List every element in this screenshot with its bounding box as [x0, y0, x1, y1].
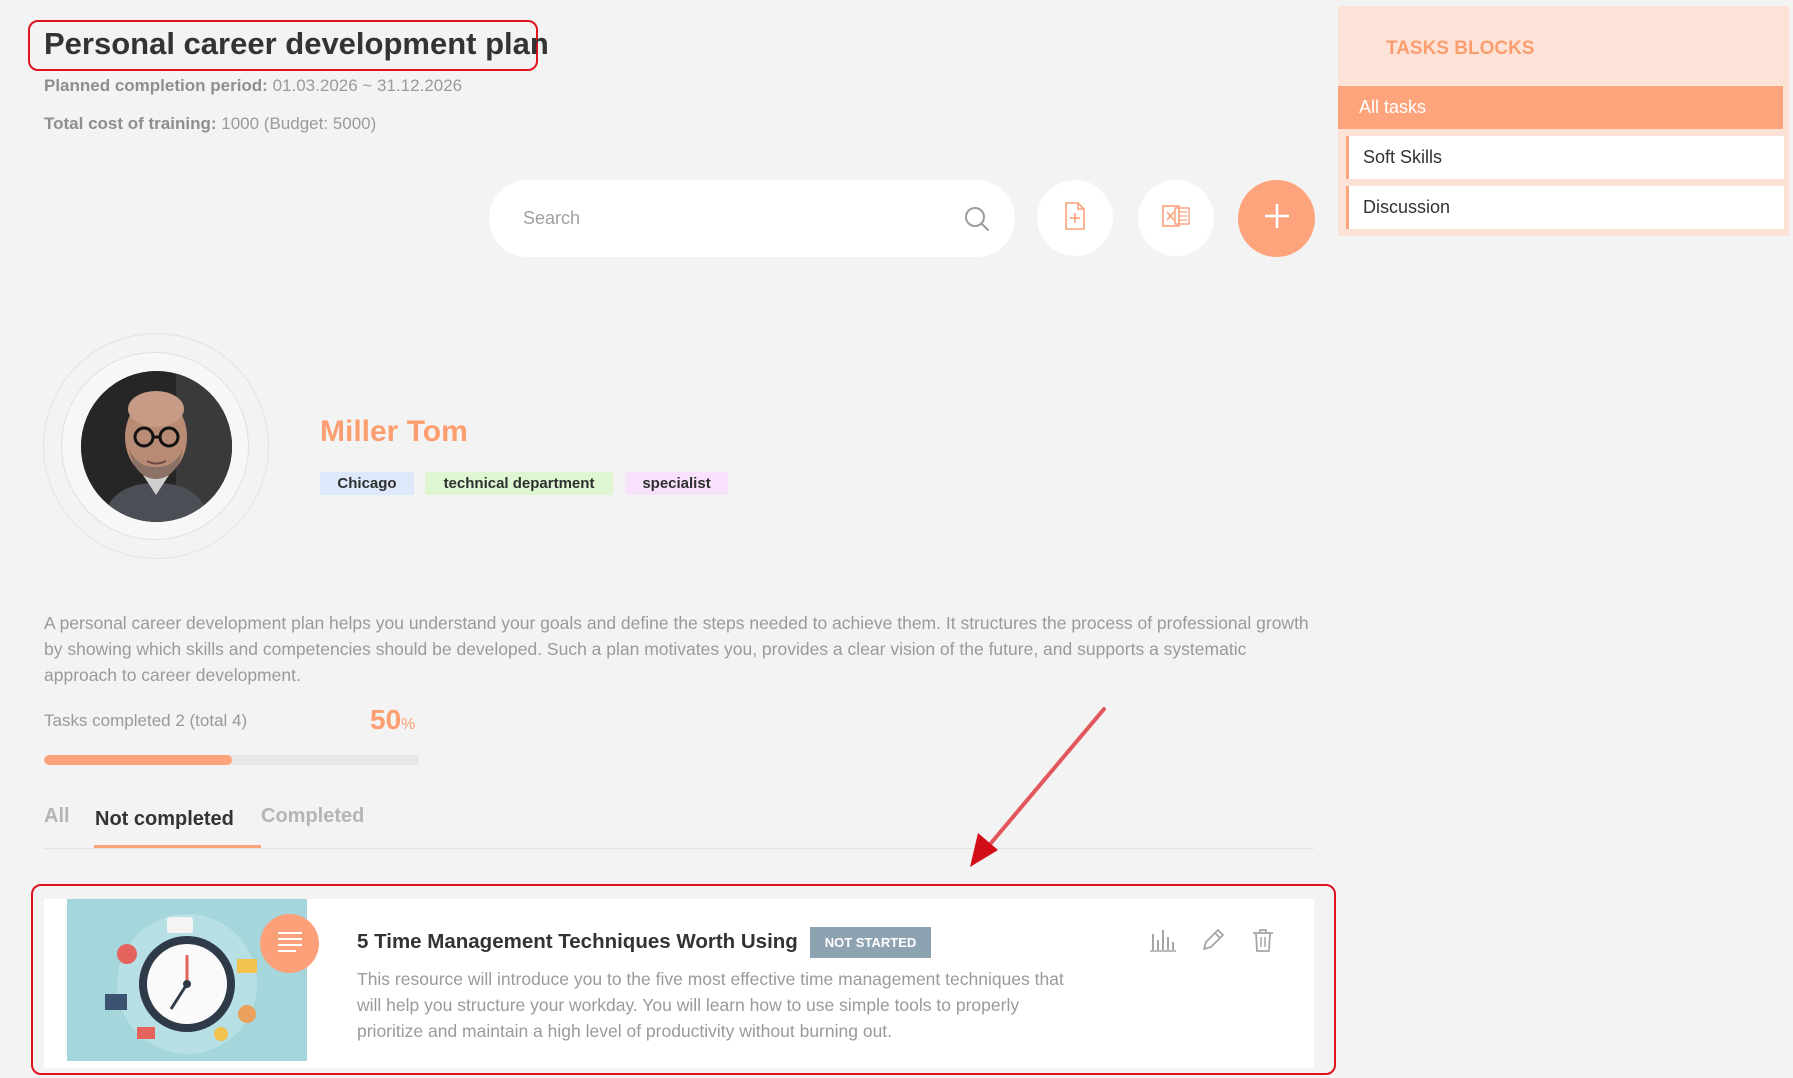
planned-period-value: 01.03.2026 ~ 31.12.2026 — [272, 76, 463, 95]
excel-icon — [1161, 203, 1191, 234]
progress-unit: % — [401, 716, 416, 733]
search-input[interactable] — [523, 202, 923, 234]
planned-period-label: Planned completion period: — [44, 76, 268, 95]
plus-icon — [1262, 201, 1292, 236]
delete-button[interactable] — [1248, 927, 1278, 957]
planned-period: Planned completion period: 01.03.2026 ~ … — [44, 76, 462, 96]
task-description: This resource will introduce you to the … — [357, 969, 1064, 1041]
edit-button[interactable] — [1198, 927, 1228, 957]
sidebar-item-discussion[interactable]: Discussion — [1346, 186, 1784, 229]
tasks-blocks-title: TASKS BLOCKS — [1386, 38, 1535, 59]
tabs-divider — [44, 848, 1314, 849]
training-cost-value: 1000 (Budget: 5000) — [221, 114, 377, 133]
progress-percentage: 50% — [370, 704, 415, 736]
add-task-button[interactable] — [1238, 180, 1315, 257]
training-cost-label: Total cost of training: — [44, 114, 217, 133]
training-cost: Total cost of training: 1000 (Budget: 50… — [44, 114, 376, 134]
task-title[interactable]: 5 Time Management Techniques Worth Using — [357, 930, 798, 954]
menu-icon — [276, 929, 304, 958]
employee-name: Miller Tom — [320, 415, 468, 448]
tab-completed[interactable]: Completed — [261, 805, 364, 828]
task-menu-button[interactable] — [260, 914, 319, 973]
export-excel-button[interactable] — [1138, 180, 1214, 256]
status-badge: NOT STARTED — [810, 927, 931, 958]
tag-city: Chicago — [320, 472, 414, 495]
avatar — [81, 371, 232, 522]
add-file-icon — [1062, 201, 1088, 236]
trash-icon — [1251, 927, 1275, 958]
sidebar-item-all-tasks[interactable]: All tasks — [1338, 86, 1783, 129]
task-card[interactable]: 5 Time Management Techniques Worth Using… — [44, 899, 1314, 1068]
annotation-arrow — [970, 707, 1106, 867]
page-title: Personal career development plan — [44, 26, 549, 61]
stats-button[interactable] — [1148, 927, 1178, 957]
tag-department: technical department — [425, 472, 613, 495]
search-icon[interactable] — [962, 204, 992, 234]
pencil-icon — [1200, 927, 1226, 958]
progress-value: 50 — [370, 704, 402, 735]
progress-label: Tasks completed 2 (total 4) — [44, 711, 248, 730]
tag-role: specialist — [625, 472, 728, 495]
sidebar-item-soft-skills[interactable]: Soft Skills — [1346, 136, 1784, 179]
stats-icon — [1149, 928, 1177, 957]
progress-bar — [44, 755, 419, 765]
tab-not-completed[interactable]: Not completed — [95, 808, 234, 831]
tasks-blocks-panel: TASKS BLOCKS All tasks Soft Skills Discu… — [1338, 6, 1789, 236]
search-box — [489, 180, 1015, 257]
plan-description: A personal career development plan helps… — [44, 613, 1309, 685]
add-file-button[interactable] — [1037, 180, 1113, 256]
tab-all[interactable]: All — [44, 805, 70, 828]
progress-bar-fill — [44, 755, 232, 765]
